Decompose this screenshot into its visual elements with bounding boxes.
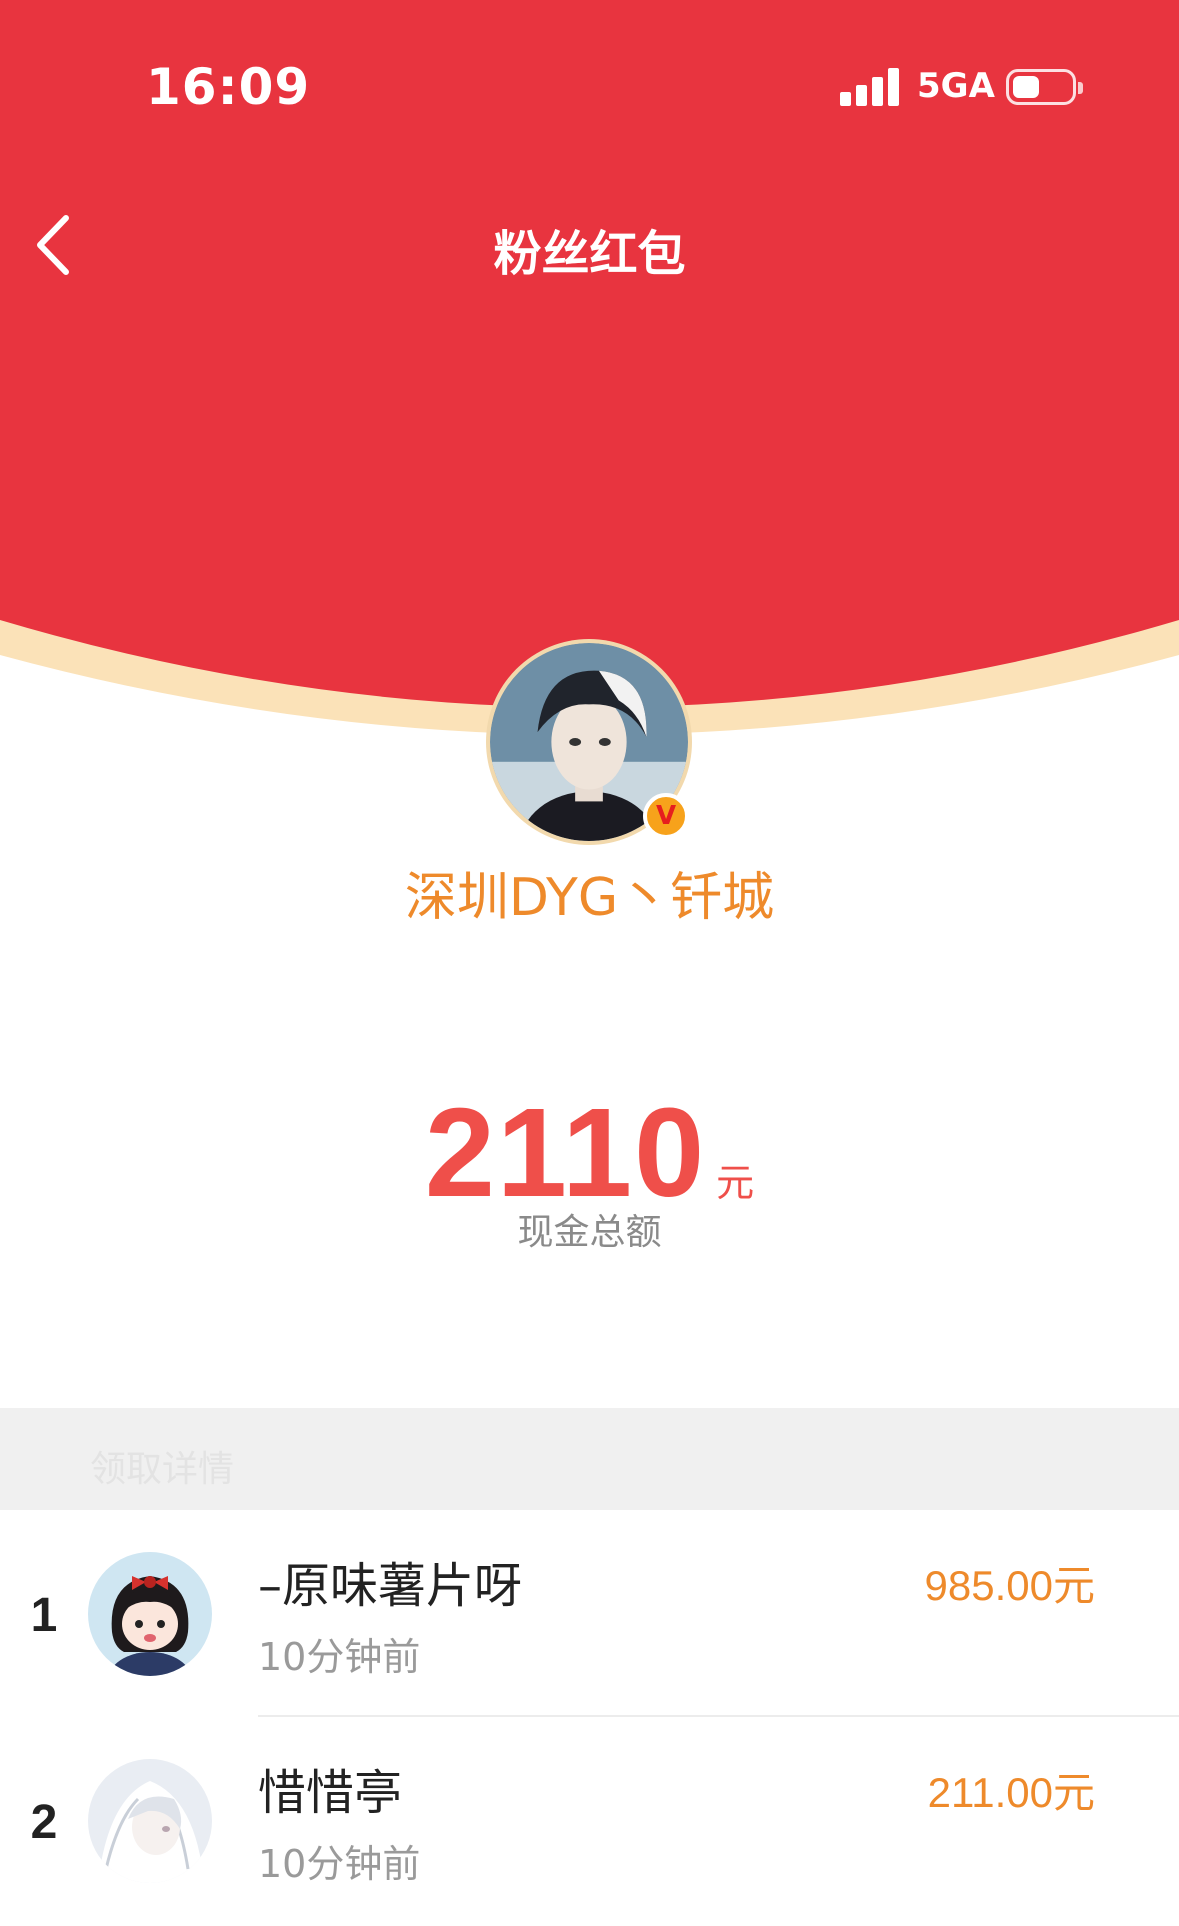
rank-number: 2 bbox=[30, 1796, 58, 1849]
avatar-image bbox=[88, 1759, 212, 1883]
recipient-amount: 985.00元 bbox=[924, 1562, 1095, 1609]
battery-icon bbox=[1006, 69, 1083, 105]
recipient-name: 惜惜亭 bbox=[258, 1765, 403, 1821]
page-title: 粉丝红包 bbox=[493, 226, 686, 282]
recipient-time: 10分钟前 bbox=[258, 1635, 421, 1679]
avatar[interactable] bbox=[88, 1552, 212, 1676]
amount-unit: 元 bbox=[716, 1161, 755, 1205]
sender-name[interactable]: 深圳DYG丶钎城 bbox=[0, 855, 1179, 930]
recipient-amount: 211.00元 bbox=[927, 1769, 1095, 1816]
total-amount: 2110 bbox=[424, 1082, 707, 1223]
section-header: 领取详情 bbox=[0, 1408, 1179, 1510]
network-type: 5GA bbox=[917, 66, 995, 106]
avatar-image bbox=[88, 1552, 212, 1676]
verified-badge-icon: V bbox=[643, 793, 689, 839]
signal-bars-icon bbox=[840, 68, 900, 106]
recipient-time: 10分钟前 bbox=[258, 1842, 421, 1886]
avatar[interactable] bbox=[88, 1759, 212, 1883]
section-label: 领取详情 bbox=[90, 1449, 235, 1490]
list-item[interactable]: 1 –原味薯片呀 10分钟前 985.00元 bbox=[0, 1510, 1179, 1717]
rank-number: 1 bbox=[30, 1589, 58, 1642]
total-amount-label: 现金总额 bbox=[517, 1212, 662, 1253]
status-time: 16:09 bbox=[146, 58, 311, 116]
recipient-name: –原味薯片呀 bbox=[258, 1558, 523, 1614]
list-item[interactable]: 2 惜惜亭 10分钟前 211.00元 bbox=[0, 1717, 1179, 1923]
